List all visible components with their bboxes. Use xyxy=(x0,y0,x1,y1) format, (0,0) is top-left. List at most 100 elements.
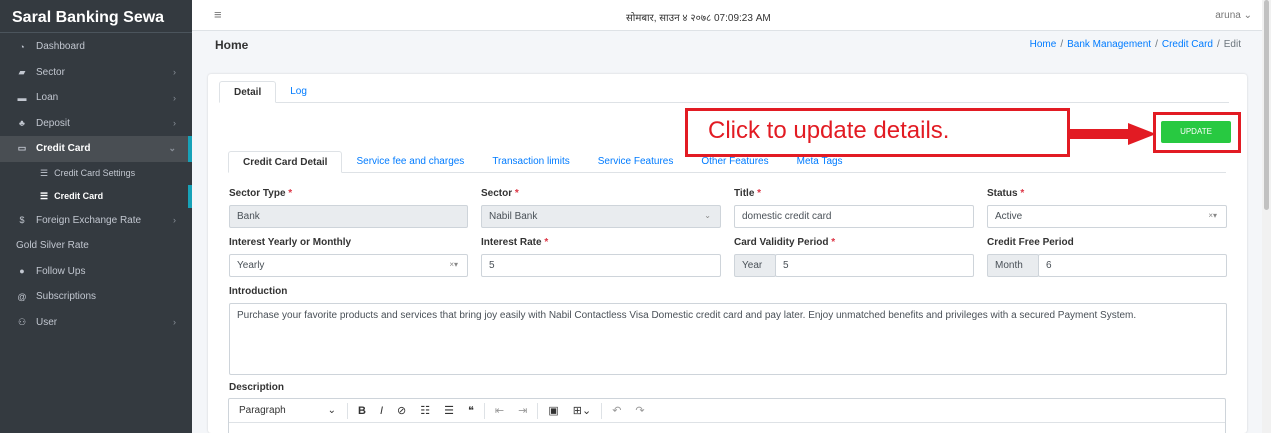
label-text: Status xyxy=(987,188,1018,199)
blockquote-icon[interactable]: ❝ xyxy=(468,404,474,417)
sidebar-item-label: User xyxy=(36,316,58,328)
indent-icon[interactable]: ⇥ xyxy=(518,404,527,417)
clear-dropdown-icon: ×▾ xyxy=(449,260,458,269)
interest-mode-value: Yearly xyxy=(237,260,265,271)
clear-dropdown-icon: ×▾ xyxy=(1208,211,1217,220)
interest-rate-input[interactable]: 5 xyxy=(481,254,721,277)
breadcrumb-bank-management[interactable]: Bank Management xyxy=(1067,39,1151,50)
validity-unit-addon: Year xyxy=(734,254,776,277)
sidebar-item-sector[interactable]: ▰ Sector › xyxy=(0,60,192,86)
tab-service-features[interactable]: Service Features xyxy=(584,151,688,172)
editor-toolbar: Paragraph ⌄ B I ⊘ ☷ ☰ ❝ ⇤ ⇥ ▣ ⊞⌄ ↶ ↷ xyxy=(229,399,1225,423)
sidebar-item-loan[interactable]: ▬ Loan › xyxy=(0,85,192,111)
paragraph-value: Paragraph xyxy=(239,405,286,416)
tab-credit-card-detail[interactable]: Credit Card Detail xyxy=(228,151,343,173)
toolbar-divider xyxy=(347,402,348,419)
validity-label: Card Validity Period * xyxy=(734,237,836,248)
sector-type-field: Bank xyxy=(229,205,468,228)
sector-icon: ▰ xyxy=(18,66,26,77)
datetime-display: सोमबार, साउन ४ २०७८ 07:09:23 AM xyxy=(626,13,771,24)
link-icon[interactable]: ⊘ xyxy=(397,404,406,417)
sidebar-subitem-label: Credit Card xyxy=(54,191,104,201)
dollar-icon: $ xyxy=(19,215,25,226)
image-icon[interactable]: ▣ xyxy=(548,404,558,417)
status-select[interactable]: Active ×▾ xyxy=(987,205,1227,228)
title-input[interactable]: domestic credit card xyxy=(734,205,974,228)
redo-icon[interactable]: ↷ xyxy=(635,404,644,417)
toolbar-divider xyxy=(537,402,539,419)
introduction-label: Introduction xyxy=(229,286,288,297)
sector-label: Sector * xyxy=(481,188,519,199)
interest-rate-label: Interest Rate * xyxy=(481,237,549,248)
chevron-right-icon: › xyxy=(173,317,176,328)
sidebar-subitem-credit-card[interactable]: ☰ Credit Card xyxy=(0,184,192,208)
label-text: Sector Type xyxy=(229,188,286,199)
validity-input[interactable]: 5 xyxy=(775,254,974,277)
outdent-icon[interactable]: ⇤ xyxy=(495,404,504,417)
tab-detail[interactable]: Detail xyxy=(219,81,277,103)
sector-select[interactable]: Nabil Bank ⌄ xyxy=(481,205,721,228)
description-editor[interactable]: Paragraph ⌄ B I ⊘ ☷ ☰ ❝ ⇤ ⇥ ▣ ⊞⌄ ↶ ↷ xyxy=(228,398,1226,433)
tab-transaction-limits[interactable]: Transaction limits xyxy=(478,151,583,172)
status-label: Status * xyxy=(987,188,1025,199)
sidebar-item-label: Foreign Exchange Rate xyxy=(36,214,142,226)
undo-icon[interactable]: ↶ xyxy=(612,404,621,417)
breadcrumb-home[interactable]: Home xyxy=(1030,39,1057,50)
chevron-right-icon: › xyxy=(173,67,176,78)
status-value: Active xyxy=(995,211,1023,222)
sidebar-item-label: Deposit xyxy=(36,117,70,129)
list-icon: ☰ xyxy=(40,190,49,201)
sidebar-item-credit-card[interactable]: ▭ Credit Card ⌄ xyxy=(0,136,192,162)
paragraph-dropdown[interactable]: Paragraph ⌄ xyxy=(239,405,344,416)
brand-title[interactable]: Saral Banking Sewa xyxy=(0,0,192,33)
sidebar-item-deposit[interactable]: ♣ Deposit › xyxy=(0,111,192,137)
sidebar-item-label: Subscriptions xyxy=(36,291,97,303)
label-text: Sector xyxy=(481,188,513,199)
sector-type-label: Sector Type * xyxy=(229,188,293,199)
list-icon: ☰ xyxy=(40,167,49,178)
credit-card-icon: ▭ xyxy=(17,143,27,154)
sidebar-item-gold-silver[interactable]: Gold Silver Rate xyxy=(0,233,192,259)
chevron-down-icon: ⌄ xyxy=(704,211,711,220)
interest-mode-select[interactable]: Yearly ×▾ xyxy=(229,254,468,277)
bulleted-list-icon[interactable]: ☷ xyxy=(420,404,430,417)
tab-log[interactable]: Log xyxy=(276,81,321,102)
hamburger-menu-icon[interactable]: ≡ xyxy=(214,7,222,22)
update-callout: Click to update details. xyxy=(685,108,1070,157)
user-name: aruna xyxy=(1215,10,1241,21)
page-scrollbar[interactable] xyxy=(1262,0,1271,433)
deposit-icon: ♣ xyxy=(19,118,25,129)
sidebar-item-foreign-exchange[interactable]: $ Foreign Exchange Rate › xyxy=(0,208,192,234)
bold-icon[interactable]: B xyxy=(358,405,366,417)
sidebar-item-label: Credit Card xyxy=(36,143,91,155)
at-icon: @ xyxy=(17,291,27,302)
label-text: Title xyxy=(734,188,755,199)
sidebar-item-dashboard[interactable]: ◔ Dashboard xyxy=(0,34,192,60)
introduction-textarea[interactable]: Purchase your favorite products and serv… xyxy=(229,303,1227,375)
update-button[interactable]: UPDATE xyxy=(1161,121,1231,143)
sidebar-item-subscriptions[interactable]: @ Subscriptions xyxy=(0,284,192,310)
table-icon[interactable]: ⊞⌄ xyxy=(573,404,591,417)
credit-free-input[interactable]: 6 xyxy=(1038,254,1227,277)
breadcrumb-credit-card[interactable]: Credit Card xyxy=(1162,39,1213,50)
sidebar-subitem-credit-card-settings[interactable]: ☰ Credit Card Settings xyxy=(0,162,192,185)
dashboard-icon: ◔ xyxy=(19,41,25,52)
sidebar-item-user[interactable]: ⚇ User › xyxy=(0,310,192,336)
sidebar-item-label: Loan xyxy=(36,92,59,104)
callout-arrow-icon xyxy=(1070,123,1156,145)
top-tabs: Detail Log xyxy=(219,81,1229,103)
scrollbar-thumb[interactable] xyxy=(1264,0,1269,210)
breadcrumb-edit: Edit xyxy=(1223,39,1241,50)
numbered-list-icon[interactable]: ☰ xyxy=(444,404,454,417)
loan-icon: ▬ xyxy=(17,92,27,103)
label-text: Card Validity Period xyxy=(734,237,829,248)
user-menu[interactable]: aruna ⌄ xyxy=(1215,10,1252,21)
chevron-right-icon: › xyxy=(173,92,176,103)
topbar: ≡ सोमबार, साउन ४ २०७८ 07:09:23 AM aruna … xyxy=(192,0,1271,31)
sidebar-subitem-label: Credit Card Settings xyxy=(54,168,136,178)
italic-icon[interactable]: I xyxy=(380,405,383,417)
tab-service-fee[interactable]: Service fee and charges xyxy=(342,151,478,172)
sidebar-item-label: Gold Silver Rate xyxy=(16,240,89,252)
sidebar-item-follow-ups[interactable]: ● Follow Ups xyxy=(0,259,192,285)
sidebar: Saral Banking Sewa ◔ Dashboard ▰ Sector … xyxy=(0,0,192,433)
